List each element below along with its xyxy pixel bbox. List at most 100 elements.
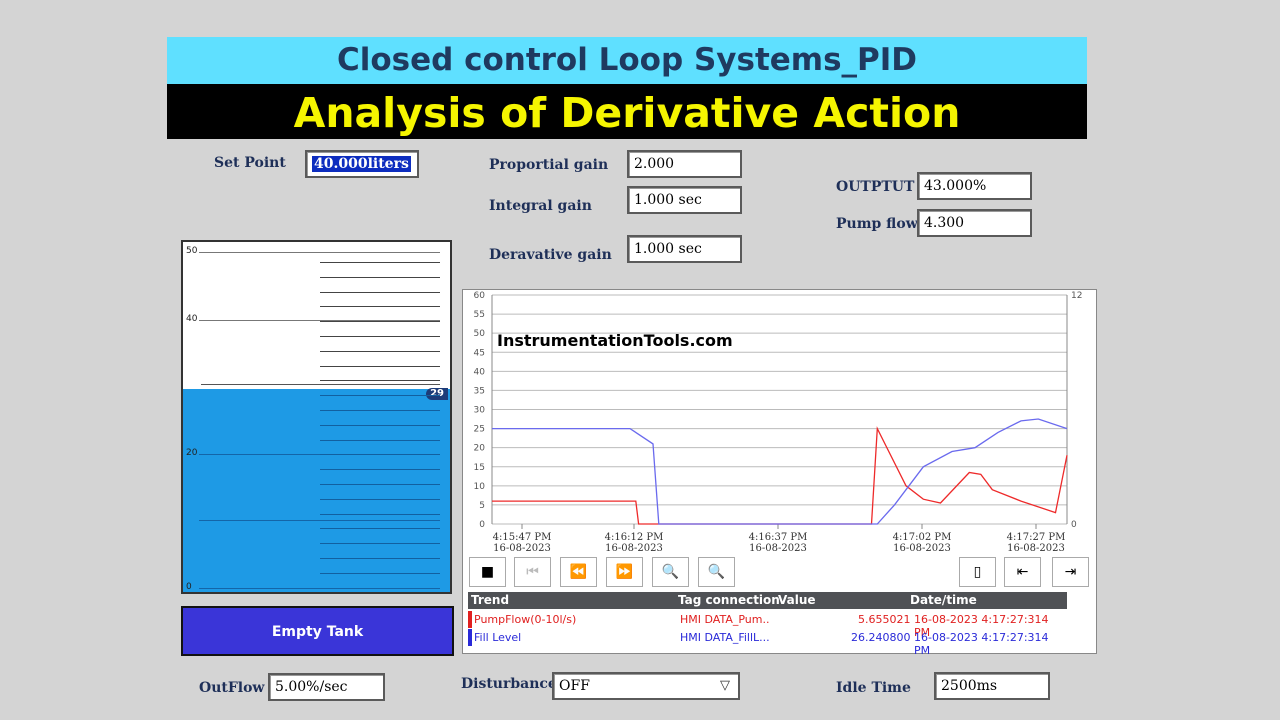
tank-scale-line xyxy=(320,306,440,308)
ruler-forward-icon[interactable]: ⇥ xyxy=(1052,557,1089,587)
y-tick-label: 25 xyxy=(474,425,485,435)
pump-flow-label: Pump flow xyxy=(836,216,918,232)
y2-tick-label: 12 xyxy=(1071,291,1082,301)
tank-scale-line xyxy=(320,469,440,471)
x-tick-time: 4:15:47 PM xyxy=(493,532,552,543)
tank-tick-40: 40 xyxy=(186,314,198,324)
zoom-in-icon[interactable]: 🔍 xyxy=(652,557,689,587)
col-value: Value xyxy=(778,593,816,607)
y-tick-label: 5 xyxy=(479,501,485,511)
derivative-gain-input[interactable]: 1.000 sec xyxy=(627,235,742,263)
y-tick-label: 40 xyxy=(474,367,486,377)
level-badge: 29 xyxy=(426,388,448,400)
output-label: OUTPTUT xyxy=(836,179,915,195)
setpoint-input[interactable]: 40.000liters xyxy=(305,150,419,178)
tank-gridline xyxy=(199,252,440,253)
tank-scale-line xyxy=(320,276,440,278)
row-datetime: 16-08-2023 4:17:27:314 PM xyxy=(914,631,1049,657)
proportional-gain-input[interactable]: 2.000 xyxy=(627,150,742,178)
tank-tick-0: 0 xyxy=(186,582,192,592)
x-tick-time: 4:17:27 PM xyxy=(1007,532,1066,543)
x-tick-date: 16-08-2023 xyxy=(493,543,551,554)
y-tick-label: 30 xyxy=(474,406,486,416)
y-tick-label: 60 xyxy=(474,291,486,301)
tank-level-gauge: 50 40 20 0 29 xyxy=(181,240,452,594)
y-tick-label: 10 xyxy=(474,482,486,492)
tank-scale-line xyxy=(320,350,440,352)
x-tick-date: 16-08-2023 xyxy=(1007,543,1065,554)
tank-scale-line xyxy=(320,291,440,293)
tank-scale-line xyxy=(320,439,440,441)
tank-scale-line xyxy=(320,321,440,323)
y-tick-label: 55 xyxy=(474,310,485,320)
series-line-fill-level xyxy=(492,418,1068,525)
watermark: InstrumentationTools.com xyxy=(497,331,733,350)
trend-table-header: Trend Tag connection Value Date/time xyxy=(468,592,1067,609)
row-tag: HMI DATA_Pum.. xyxy=(680,613,770,626)
tank-scale-line xyxy=(320,336,440,337)
y-tick-label: 0 xyxy=(479,520,485,530)
row-color-marker xyxy=(468,629,472,646)
stop-icon[interactable]: ■ xyxy=(469,557,506,587)
y-tick-label: 50 xyxy=(474,329,486,339)
tank-scale-line xyxy=(320,365,440,367)
pump-flow-field[interactable]: 4.300 xyxy=(917,209,1032,237)
page-subtitle: Analysis of Derivative Action xyxy=(167,84,1087,139)
output-field[interactable]: 43.000% xyxy=(917,172,1032,200)
y-tick-label: 15 xyxy=(474,463,485,473)
series-line-pumpflow xyxy=(492,426,1068,525)
idle-time-label: Idle Time xyxy=(836,680,911,696)
outflow-label: OutFlow xyxy=(199,680,265,696)
tank-scale-line xyxy=(320,528,440,530)
app-title: Closed control Loop Systems_PID xyxy=(167,37,1087,84)
idle-time-input[interactable]: 2500ms xyxy=(934,672,1050,700)
first-icon[interactable]: ⏮ xyxy=(514,557,551,587)
col-datetime: Date/time xyxy=(910,593,977,607)
row-trend: Fill Level xyxy=(474,631,522,644)
col-tag: Tag connection xyxy=(678,593,780,607)
derivative-gain-label: Deravative gain xyxy=(489,247,612,263)
tank-tick-20: 20 xyxy=(186,448,198,458)
tank-scale-line xyxy=(320,262,440,263)
row-trend: PumpFlow(0-10l/s) xyxy=(474,613,577,626)
tank-scale-line xyxy=(320,410,440,411)
disturbance-value: OFF xyxy=(559,678,590,694)
y-tick-label: 45 xyxy=(474,348,485,358)
tank-scale-line xyxy=(320,543,440,545)
tank-scale-line xyxy=(320,572,440,574)
y-tick-label: 35 xyxy=(474,386,485,396)
setpoint-label: Set Point xyxy=(214,155,286,171)
x-tick-date: 16-08-2023 xyxy=(605,543,663,554)
forward-icon[interactable]: ⏩ xyxy=(606,557,643,587)
x-tick-time: 4:16:37 PM xyxy=(749,532,808,543)
tank-scale-line xyxy=(320,513,440,515)
tank-scale-line xyxy=(320,424,440,426)
ruler-icon[interactable]: ▯ xyxy=(959,557,996,587)
disturbance-label: Disturbance xyxy=(461,676,557,692)
tank-gridline xyxy=(199,588,440,589)
tank-scale-line xyxy=(320,498,440,500)
tank-scale-line xyxy=(320,395,440,397)
x-tick-time: 4:16:12 PM xyxy=(605,532,664,543)
table-row[interactable]: Fill Level HMI DATA_FillL... 26.240800 1… xyxy=(468,629,1067,657)
empty-tank-button[interactable]: Empty Tank xyxy=(181,606,454,656)
row-color-marker xyxy=(468,611,472,628)
row-value: 26.240800 xyxy=(851,631,911,644)
chevron-down-icon: ▽ xyxy=(720,678,730,693)
col-trend: Trend xyxy=(471,593,510,607)
table-row[interactable]: PumpFlow(0-10l/s) HMI DATA_Pum.. 5.65502… xyxy=(468,611,1067,639)
outflow-input[interactable]: 5.00%/sec xyxy=(268,673,385,701)
disturbance-select[interactable]: OFF ▽ xyxy=(552,672,740,700)
ruler-back-icon[interactable]: ⇤ xyxy=(1004,557,1041,587)
x-tick-date: 16-08-2023 xyxy=(749,543,807,554)
integral-gain-input[interactable]: 1.000 sec xyxy=(627,186,742,214)
tank-fill xyxy=(183,389,450,592)
y-tick-label: 20 xyxy=(474,444,486,454)
tank-scale-line xyxy=(320,380,440,382)
row-value: 5.655021 xyxy=(858,613,911,626)
level-marker-line xyxy=(201,384,440,385)
setpoint-value: 40.000liters xyxy=(312,156,411,172)
x-tick-time: 4:17:02 PM xyxy=(893,532,952,543)
zoom-out-icon[interactable]: 🔍 xyxy=(698,557,735,587)
rewind-icon[interactable]: ⏪ xyxy=(560,557,597,587)
